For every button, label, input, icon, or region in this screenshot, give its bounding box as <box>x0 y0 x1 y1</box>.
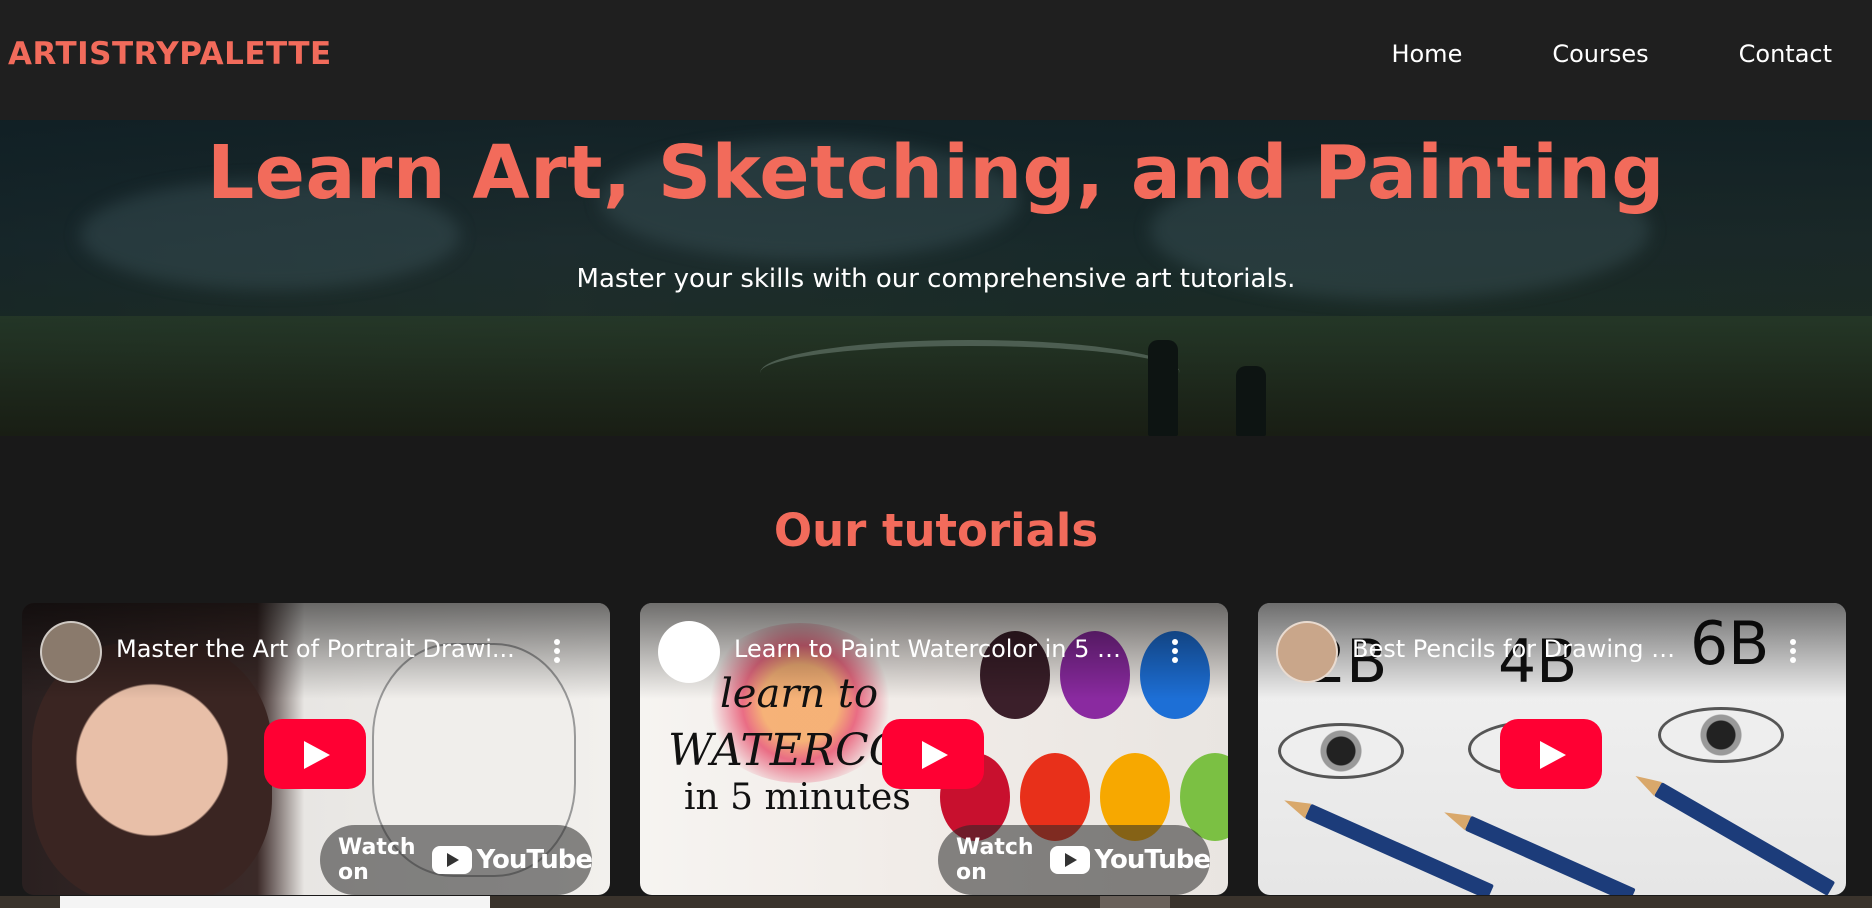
play-button[interactable] <box>1500 719 1602 789</box>
more-options-icon[interactable] <box>1790 639 1796 663</box>
video-title[interactable]: Best Pencils for Drawing - ... <box>1352 635 1682 663</box>
bottom-strip-segment <box>60 896 490 908</box>
hero-subtitle: Master your skills with our comprehensiv… <box>576 264 1296 294</box>
youtube-play-icon <box>431 846 472 874</box>
video-title[interactable]: Learn to Paint Watercolor in 5 M... <box>734 635 1134 663</box>
youtube-logo: YouTube <box>431 845 593 875</box>
video-embed-pencils[interactable]: 2B 4B 6B Best Pencils for Drawing - ... <box>1258 603 1846 895</box>
youtube-wordmark: YouTube <box>476 845 593 875</box>
youtube-play-icon <box>1049 846 1090 874</box>
tutorials-heading: Our tutorials <box>773 504 1099 557</box>
bottom-strip-segment <box>1100 896 1170 908</box>
watch-on-label: Watch on <box>338 835 416 885</box>
nav-links: Home Courses Contact <box>1301 40 1832 68</box>
video-grid: Master the Art of Portrait Drawi... Watc… <box>22 603 1846 895</box>
play-button[interactable] <box>264 719 366 789</box>
video-embed-watercolor[interactable]: learn to WATERCOLO in 5 minutes Learn to… <box>640 603 1228 895</box>
watch-on-youtube-button[interactable]: Watch on YouTube <box>938 825 1211 895</box>
nav-link-courses[interactable]: Courses <box>1552 40 1648 68</box>
channel-avatar[interactable] <box>1276 621 1338 683</box>
youtube-logo: YouTube <box>1049 845 1211 875</box>
navbar: ARTISTRYPALETTE Home Courses Contact <box>0 0 1872 120</box>
hero-title: Learn Art, Sketching, and Painting <box>207 130 1665 216</box>
eye-sketch <box>1278 723 1404 779</box>
eye-sketch <box>1658 707 1784 763</box>
nav-link-contact[interactable]: Contact <box>1739 40 1832 68</box>
more-options-icon[interactable] <box>554 639 560 663</box>
hero-figure <box>1148 340 1178 436</box>
thumb-text: in 5 minutes <box>684 777 911 818</box>
channel-avatar[interactable] <box>658 621 720 683</box>
page-bottom-edge <box>0 896 1872 908</box>
watch-on-label: Watch on <box>956 835 1034 885</box>
video-title[interactable]: Master the Art of Portrait Drawi... <box>116 635 516 663</box>
hero-banner: Learn Art, Sketching, and Painting Maste… <box>0 120 1872 436</box>
more-options-icon[interactable] <box>1172 639 1178 663</box>
nav-link-home[interactable]: Home <box>1391 40 1462 68</box>
pencil <box>1654 782 1836 895</box>
hero-figure <box>1236 366 1266 436</box>
site-logo[interactable]: ARTISTRYPALETTE <box>8 36 332 72</box>
youtube-wordmark: YouTube <box>1094 845 1211 875</box>
hero-path <box>760 340 1180 406</box>
play-button[interactable] <box>882 719 984 789</box>
video-embed-portrait[interactable]: Master the Art of Portrait Drawi... Watc… <box>22 603 610 895</box>
watch-on-youtube-button[interactable]: Watch on YouTube <box>320 825 593 895</box>
channel-avatar[interactable] <box>40 621 102 683</box>
